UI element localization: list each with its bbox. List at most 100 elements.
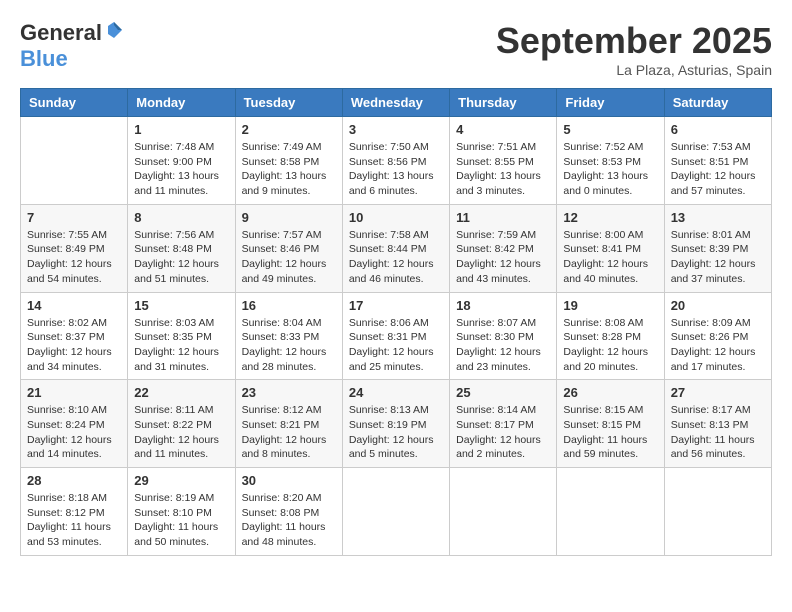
calendar-cell: 26Sunrise: 8:15 AM Sunset: 8:15 PM Dayli… xyxy=(557,380,664,468)
day-number: 9 xyxy=(242,210,336,225)
calendar-cell: 3 Sunrise: 7:50 AM Sunset: 8:56 PM Daylig… xyxy=(342,117,449,205)
logo: General Blue xyxy=(20,20,124,72)
day-info: Sunrise: 8:18 AM Sunset: 8:12 PM Dayligh… xyxy=(27,491,121,550)
calendar-cell: 20 Sunrise: 8:09 AM Sunset: 8:26 PM Dayli… xyxy=(664,292,771,380)
day-number: 25 xyxy=(456,385,550,400)
day-info: Sunrise: 7:57 AM Sunset: 8:46 PM Dayligh… xyxy=(242,228,336,287)
calendar-cell xyxy=(342,468,449,556)
calendar-cell: 10 Sunrise: 7:58 AM Sunset: 8:44 PM Dayli… xyxy=(342,204,449,292)
day-number: 21 xyxy=(27,385,121,400)
day-info: Sunrise: 7:58 AM Sunset: 8:44 PM Dayligh… xyxy=(349,228,443,287)
day-info: Sunrise: 7:49 AM Sunset: 8:58 PM Dayligh… xyxy=(242,140,336,199)
day-info: Sunrise: 7:52 AM Sunset: 8:53 PM Dayligh… xyxy=(563,140,657,199)
calendar-cell: 25 Sunrise: 8:14 AM Sunset: 8:17 PM Dayli… xyxy=(450,380,557,468)
calendar-cell: 1 Sunrise: 7:48 AM Sunset: 9:00 PM Daylig… xyxy=(128,117,235,205)
day-info: Sunrise: 8:07 AM Sunset: 8:30 PM Dayligh… xyxy=(456,316,550,375)
calendar-cell: 13 Sunrise: 8:01 AM Sunset: 8:39 PM Dayli… xyxy=(664,204,771,292)
calendar-cell xyxy=(450,468,557,556)
day-info: Sunrise: 7:53 AM Sunset: 8:51 PM Dayligh… xyxy=(671,140,765,199)
day-number: 8 xyxy=(134,210,228,225)
day-info: Sunrise: 7:50 AM Sunset: 8:56 PM Dayligh… xyxy=(349,140,443,199)
day-info: Sunrise: 8:04 AM Sunset: 8:33 PM Dayligh… xyxy=(242,316,336,375)
logo-general: General xyxy=(20,20,102,45)
calendar-cell: 19 Sunrise: 8:08 AM Sunset: 8:28 PM Dayli… xyxy=(557,292,664,380)
day-number: 4 xyxy=(456,122,550,137)
calendar-cell xyxy=(21,117,128,205)
header-wednesday: Wednesday xyxy=(342,89,449,117)
day-number: 30 xyxy=(242,473,336,488)
header-sunday: Sunday xyxy=(21,89,128,117)
day-info: Sunrise: 8:10 AM Sunset: 8:24 PM Dayligh… xyxy=(27,403,121,462)
header-monday: Monday xyxy=(128,89,235,117)
day-number: 7 xyxy=(27,210,121,225)
day-number: 13 xyxy=(671,210,765,225)
day-info: Sunrise: 8:01 AM Sunset: 8:39 PM Dayligh… xyxy=(671,228,765,287)
calendar-cell: 28 Sunrise: 8:18 AM Sunset: 8:12 PM Dayli… xyxy=(21,468,128,556)
logo-icon xyxy=(104,20,124,40)
calendar-cell: 4Sunrise: 7:51 AM Sunset: 8:55 PM Daylig… xyxy=(450,117,557,205)
calendar-cell: 30 Sunrise: 8:20 AM Sunset: 8:08 PM Dayli… xyxy=(235,468,342,556)
day-number: 24 xyxy=(349,385,443,400)
calendar-cell: 5 Sunrise: 7:52 AM Sunset: 8:53 PM Daylig… xyxy=(557,117,664,205)
day-number: 28 xyxy=(27,473,121,488)
day-info: Sunrise: 8:17 AM Sunset: 8:13 PM Dayligh… xyxy=(671,403,765,462)
day-number: 12 xyxy=(563,210,657,225)
day-number: 15 xyxy=(134,298,228,313)
day-number: 19 xyxy=(563,298,657,313)
calendar-cell xyxy=(557,468,664,556)
day-info: Sunrise: 8:13 AM Sunset: 8:19 PM Dayligh… xyxy=(349,403,443,462)
day-number: 1 xyxy=(134,122,228,137)
calendar-table: SundayMondayTuesdayWednesdayThursdayFrid… xyxy=(20,88,772,556)
day-info: Sunrise: 8:11 AM Sunset: 8:22 PM Dayligh… xyxy=(134,403,228,462)
day-number: 17 xyxy=(349,298,443,313)
calendar-cell xyxy=(664,468,771,556)
calendar-cell: 11 Sunrise: 7:59 AM Sunset: 8:42 PM Dayli… xyxy=(450,204,557,292)
day-info: Sunrise: 8:06 AM Sunset: 8:31 PM Dayligh… xyxy=(349,316,443,375)
day-number: 6 xyxy=(671,122,765,137)
day-number: 14 xyxy=(27,298,121,313)
day-info: Sunrise: 8:20 AM Sunset: 8:08 PM Dayligh… xyxy=(242,491,336,550)
calendar-cell: 12 Sunrise: 8:00 AM Sunset: 8:41 PM Dayli… xyxy=(557,204,664,292)
header-thursday: Thursday xyxy=(450,89,557,117)
header: General Blue September 2025 La Plaza, As… xyxy=(20,20,772,78)
title-block: September 2025 La Plaza, Asturias, Spain xyxy=(496,20,772,78)
calendar-cell: 7Sunrise: 7:55 AM Sunset: 8:49 PM Daylig… xyxy=(21,204,128,292)
week-row-3: 14 Sunrise: 8:02 AM Sunset: 8:37 PM Dayli… xyxy=(21,292,772,380)
day-number: 11 xyxy=(456,210,550,225)
location: La Plaza, Asturias, Spain xyxy=(496,62,772,78)
week-row-5: 28 Sunrise: 8:18 AM Sunset: 8:12 PM Dayli… xyxy=(21,468,772,556)
day-number: 27 xyxy=(671,385,765,400)
header-tuesday: Tuesday xyxy=(235,89,342,117)
day-number: 5 xyxy=(563,122,657,137)
calendar-cell: 29Sunrise: 8:19 AM Sunset: 8:10 PM Dayli… xyxy=(128,468,235,556)
day-number: 2 xyxy=(242,122,336,137)
day-info: Sunrise: 7:48 AM Sunset: 9:00 PM Dayligh… xyxy=(134,140,228,199)
day-info: Sunrise: 8:00 AM Sunset: 8:41 PM Dayligh… xyxy=(563,228,657,287)
calendar-cell: 22 Sunrise: 8:11 AM Sunset: 8:22 PM Dayli… xyxy=(128,380,235,468)
day-info: Sunrise: 8:02 AM Sunset: 8:37 PM Dayligh… xyxy=(27,316,121,375)
day-info: Sunrise: 8:08 AM Sunset: 8:28 PM Dayligh… xyxy=(563,316,657,375)
week-row-2: 7Sunrise: 7:55 AM Sunset: 8:49 PM Daylig… xyxy=(21,204,772,292)
calendar-cell: 2 Sunrise: 7:49 AM Sunset: 8:58 PM Daylig… xyxy=(235,117,342,205)
day-number: 20 xyxy=(671,298,765,313)
header-friday: Friday xyxy=(557,89,664,117)
day-number: 26 xyxy=(563,385,657,400)
day-number: 22 xyxy=(134,385,228,400)
day-number: 10 xyxy=(349,210,443,225)
day-info: Sunrise: 8:19 AM Sunset: 8:10 PM Dayligh… xyxy=(134,491,228,550)
day-number: 16 xyxy=(242,298,336,313)
day-number: 3 xyxy=(349,122,443,137)
calendar-cell: 6 Sunrise: 7:53 AM Sunset: 8:51 PM Daylig… xyxy=(664,117,771,205)
week-row-4: 21 Sunrise: 8:10 AM Sunset: 8:24 PM Dayli… xyxy=(21,380,772,468)
calendar-cell: 18Sunrise: 8:07 AM Sunset: 8:30 PM Dayli… xyxy=(450,292,557,380)
day-info: Sunrise: 8:14 AM Sunset: 8:17 PM Dayligh… xyxy=(456,403,550,462)
day-info: Sunrise: 8:03 AM Sunset: 8:35 PM Dayligh… xyxy=(134,316,228,375)
calendar-cell: 21 Sunrise: 8:10 AM Sunset: 8:24 PM Dayli… xyxy=(21,380,128,468)
day-info: Sunrise: 7:59 AM Sunset: 8:42 PM Dayligh… xyxy=(456,228,550,287)
day-info: Sunrise: 7:56 AM Sunset: 8:48 PM Dayligh… xyxy=(134,228,228,287)
calendar-cell: 23Sunrise: 8:12 AM Sunset: 8:21 PM Dayli… xyxy=(235,380,342,468)
calendar-cell: 9 Sunrise: 7:57 AM Sunset: 8:46 PM Daylig… xyxy=(235,204,342,292)
month-title: September 2025 xyxy=(496,20,772,62)
calendar-cell: 17 Sunrise: 8:06 AM Sunset: 8:31 PM Dayli… xyxy=(342,292,449,380)
day-info: Sunrise: 8:09 AM Sunset: 8:26 PM Dayligh… xyxy=(671,316,765,375)
